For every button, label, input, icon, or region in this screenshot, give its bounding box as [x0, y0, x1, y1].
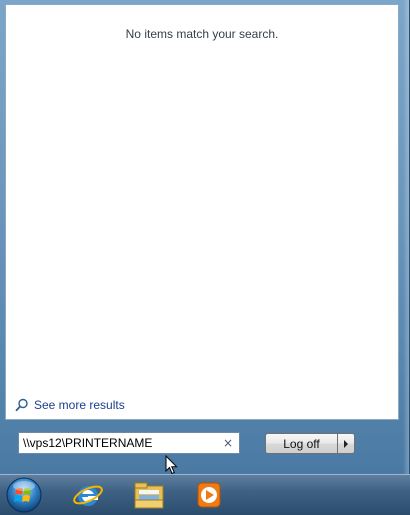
triangle-right-icon [344, 439, 348, 448]
windows-explorer-icon[interactable] [133, 480, 165, 510]
clear-search-icon[interactable]: × [221, 436, 235, 450]
windows-start-orb[interactable] [4, 476, 44, 514]
shutdown-options-button[interactable] [337, 433, 355, 454]
magnifier-icon [15, 398, 28, 412]
search-box[interactable]: × [18, 432, 240, 454]
search-results-pane: No items match your search. See more res… [5, 4, 399, 420]
log-off-button[interactable]: Log off [265, 433, 337, 454]
see-more-results-label: See more results [34, 398, 125, 412]
power-button-group: Log off [265, 433, 355, 454]
mouse-cursor-icon [165, 455, 178, 475]
start-menu: No items match your search. See more res… [0, 0, 410, 475]
internet-explorer-icon[interactable] [72, 480, 104, 510]
taskbar [0, 474, 410, 515]
see-more-results-link[interactable]: See more results [15, 398, 125, 412]
no-results-message: No items match your search. [125, 27, 279, 41]
search-input[interactable] [23, 436, 221, 450]
media-player-icon[interactable] [193, 480, 225, 510]
